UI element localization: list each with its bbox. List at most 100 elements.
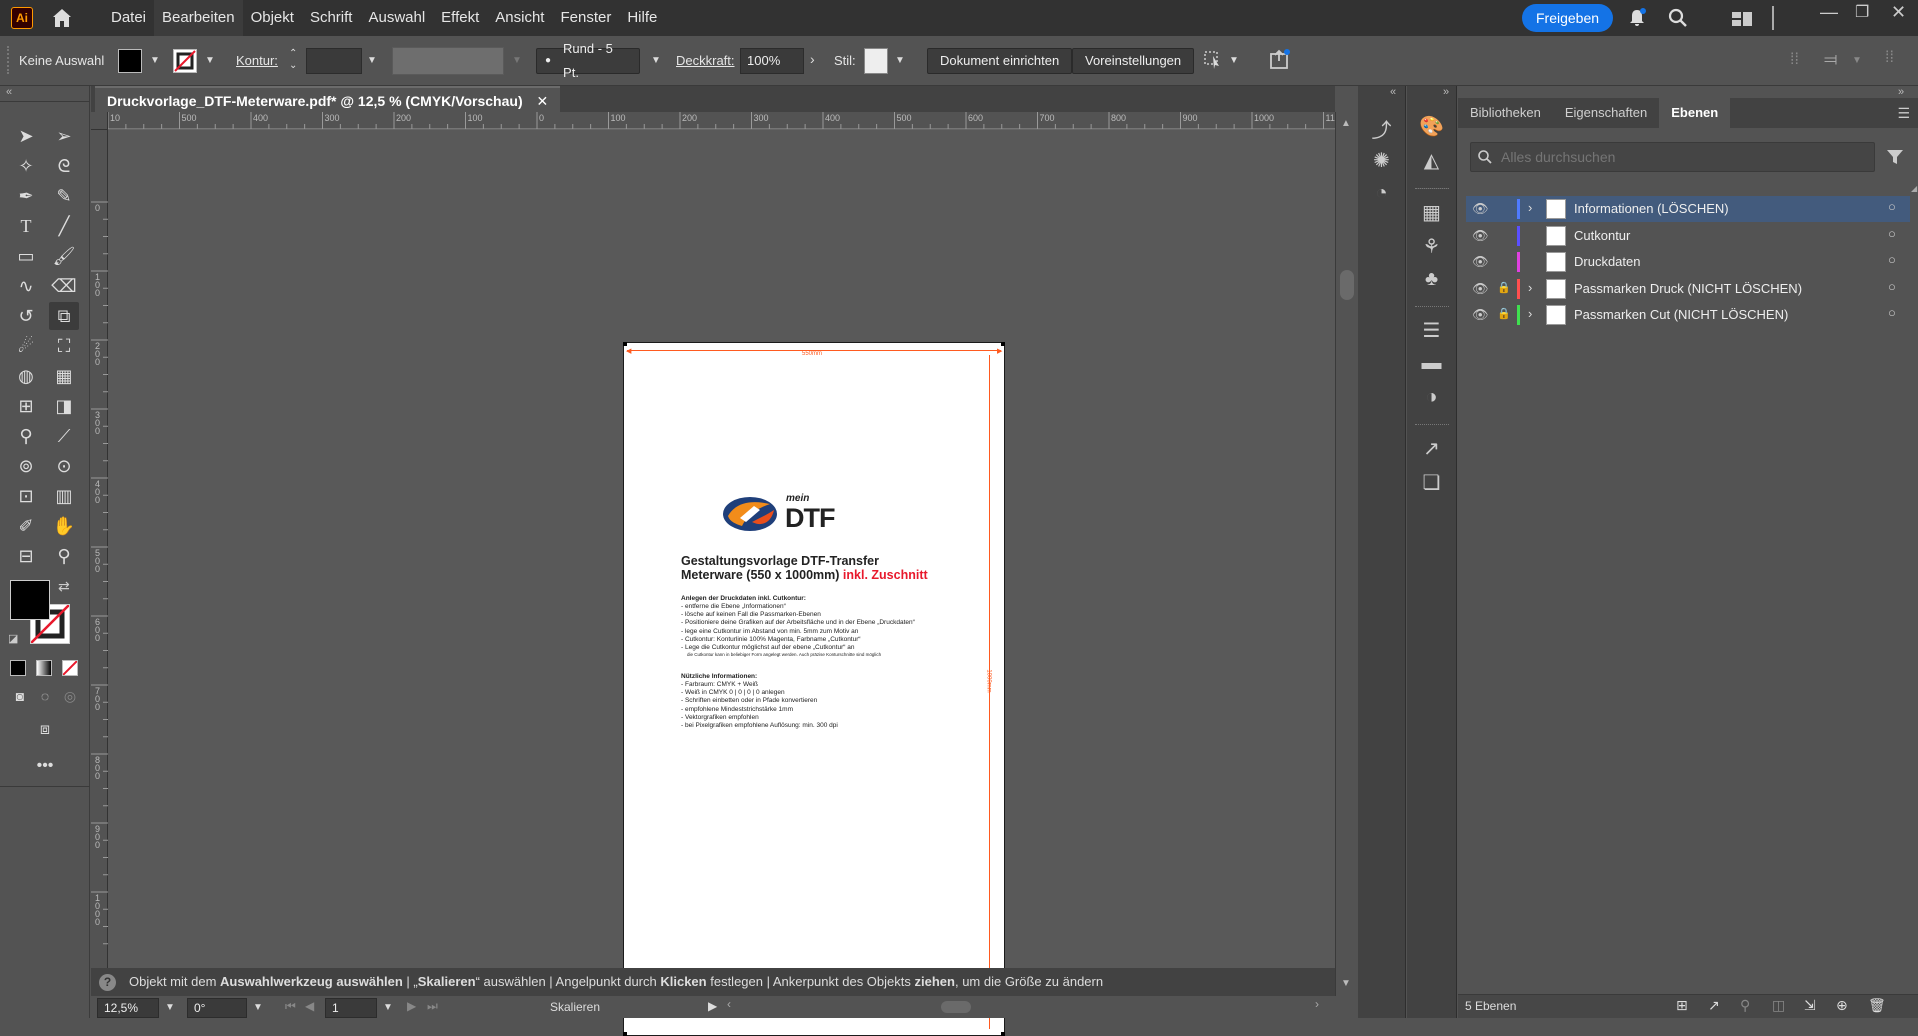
distribute-icon[interactable]: ⫤ bbox=[1824, 49, 1838, 70]
notification-icon[interactable] bbox=[1626, 7, 1648, 34]
line-tool-icon[interactable]: ╱ bbox=[49, 212, 79, 240]
chevron-down-icon[interactable]: ▼ bbox=[895, 55, 905, 66]
layer-row[interactable]: 👁 › Informationen (LÖSCHEN) ○ bbox=[1466, 196, 1910, 222]
scroll-up-icon[interactable]: ▲ bbox=[1341, 118, 1351, 129]
document-setup-button[interactable]: Dokument einrichten bbox=[927, 48, 1073, 74]
gradient-tool-icon[interactable]: ◨ bbox=[49, 392, 79, 420]
help-icon[interactable]: ? bbox=[99, 974, 116, 991]
paintbrush-tool-icon[interactable]: 🖌 bbox=[49, 242, 79, 270]
first-artboard-icon[interactable]: ⏮ bbox=[285, 999, 296, 1014]
workspace-icon[interactable] bbox=[1731, 10, 1753, 33]
home-icon[interactable] bbox=[50, 6, 74, 35]
eye-icon[interactable]: 👁 bbox=[1472, 228, 1489, 244]
chevron-down-icon[interactable]: ▼ bbox=[165, 1002, 175, 1013]
canvas[interactable]: ◀ ▶ 550mm 1000mm mein DTF Gestaltungsvor… bbox=[108, 130, 1335, 1036]
draw-inside-icon[interactable]: ◎ bbox=[55, 682, 85, 710]
target-icon[interactable]: ○ bbox=[1888, 199, 1896, 214]
style-swatch[interactable] bbox=[864, 48, 888, 74]
target-icon[interactable]: ○ bbox=[1888, 279, 1896, 294]
menu-datei[interactable]: Datei bbox=[103, 0, 154, 36]
artboard[interactable]: ◀ ▶ 550mm 1000mm mein DTF Gestaltungsvor… bbox=[623, 342, 1005, 1036]
document-tab[interactable]: Druckvorlage_DTF-Meterware.pdf* @ 12,5 %… bbox=[95, 86, 561, 112]
rotation-field[interactable]: 0° bbox=[187, 998, 247, 1018]
stroke-width-field[interactable] bbox=[306, 48, 362, 74]
eye-icon[interactable]: 👁 bbox=[1472, 307, 1489, 323]
print-tiling-icon[interactable]: ⊟ bbox=[11, 542, 41, 570]
collect-export-icon[interactable]: ⊞ bbox=[1676, 997, 1688, 1014]
scroll-thumb[interactable] bbox=[1340, 270, 1354, 300]
layer-search-input[interactable] bbox=[1501, 147, 1861, 167]
artboard-tool-icon[interactable]: ⊡ bbox=[11, 482, 41, 510]
brush-field[interactable]: ● Rund - 5 Pt. bbox=[536, 41, 640, 80]
magic-wand-icon[interactable]: ✧ bbox=[11, 152, 41, 180]
horizontal-scrollbar[interactable]: ‹ › bbox=[727, 997, 1327, 1014]
recolor-icon[interactable]: ◔ bbox=[1375, 182, 1387, 205]
chevron-down-icon[interactable]: ▼ bbox=[651, 55, 661, 66]
menu-auswahl[interactable]: Auswahl bbox=[360, 0, 433, 36]
none-mode-icon[interactable] bbox=[62, 660, 78, 676]
zoom-tool-icon[interactable]: ⚲ bbox=[49, 542, 79, 570]
stroke-swatch[interactable] bbox=[173, 49, 197, 73]
lasso-icon[interactable]: ᘓ bbox=[49, 152, 79, 180]
chevron-down-icon[interactable]: ▼ bbox=[383, 1002, 393, 1013]
color-mode-icon[interactable] bbox=[10, 660, 26, 676]
chevron-down-icon[interactable]: ▼ bbox=[253, 1002, 263, 1013]
eye-icon[interactable]: 👁 bbox=[1472, 201, 1489, 217]
scroll-thumb[interactable] bbox=[941, 1001, 971, 1013]
eyedropper-tool-icon[interactable]: ⚲ bbox=[11, 422, 41, 450]
scale-tool-icon[interactable]: ⧉ bbox=[49, 302, 79, 330]
symbol-sprayer-icon[interactable]: ⊙ bbox=[49, 452, 79, 480]
brushes-icon[interactable]: ⚘ bbox=[1423, 234, 1441, 259]
close-tab-icon[interactable]: ✕ bbox=[537, 93, 549, 109]
fill-color-box-front[interactable] bbox=[10, 580, 50, 620]
align-icon[interactable]: ⁞⁞ bbox=[1790, 51, 1799, 69]
export-icon[interactable]: ↗ bbox=[1423, 436, 1440, 461]
hand-tool-icon[interactable]: ✋ bbox=[49, 512, 79, 540]
screen-mode-icon[interactable]: ⧈ bbox=[30, 716, 60, 744]
gradient-mode-icon[interactable] bbox=[36, 660, 52, 676]
share-button[interactable]: Freigeben bbox=[1522, 4, 1614, 32]
restore-icon[interactable]: ❐ bbox=[1855, 2, 1869, 22]
prev-artboard-icon[interactable]: ◀ bbox=[305, 999, 314, 1013]
perspective-grid-tool-icon[interactable]: ▦ bbox=[49, 362, 79, 390]
chevron-down-icon[interactable]: ▼ bbox=[150, 55, 160, 66]
chevron-down-icon[interactable]: ▼ bbox=[1852, 55, 1862, 66]
transparency-icon[interactable]: ◑ bbox=[1425, 386, 1437, 409]
ruler-origin[interactable] bbox=[91, 112, 108, 130]
menu-fenster[interactable]: Fenster bbox=[552, 0, 619, 36]
chevron-down-icon[interactable]: ▼ bbox=[367, 55, 377, 66]
locate-object-icon[interactable]: ⚲ bbox=[1740, 997, 1750, 1014]
menu-effekt[interactable]: Effekt bbox=[433, 0, 487, 36]
chevron-down-icon[interactable]: ▼ bbox=[205, 55, 215, 66]
menu-bearbeiten[interactable]: Bearbeiten bbox=[154, 0, 243, 36]
color-icon[interactable]: 🎨 bbox=[1419, 114, 1444, 139]
delete-layer-icon[interactable]: 🗑 bbox=[1868, 997, 1886, 1014]
variable-width-field[interactable] bbox=[392, 47, 504, 75]
new-sublayer-icon[interactable]: ⇲ bbox=[1804, 997, 1816, 1014]
chevron-right-icon[interactable]: › bbox=[810, 51, 815, 67]
shaper-tool-icon[interactable]: ∿ bbox=[11, 272, 41, 300]
menu-hilfe[interactable]: Hilfe bbox=[619, 0, 665, 36]
tab-properties[interactable]: Eigenschaften bbox=[1553, 98, 1659, 128]
color-guide-icon[interactable]: ◭ bbox=[1424, 148, 1439, 173]
lock-icon[interactable]: 🔒 bbox=[1497, 281, 1511, 294]
chevron-right-icon[interactable]: › bbox=[1528, 200, 1532, 215]
tab-layers[interactable]: Ebenen bbox=[1659, 98, 1731, 128]
zoom-field[interactable]: 12,5% bbox=[97, 998, 159, 1018]
collapse-panel-icon[interactable]: « bbox=[6, 86, 12, 98]
clipping-mask-icon[interactable]: ◫ bbox=[1772, 997, 1785, 1014]
transform-icon[interactable] bbox=[1201, 48, 1223, 75]
default-colors-icon[interactable]: ◪ bbox=[8, 632, 18, 645]
selection-tool-icon[interactable]: ➤ bbox=[11, 122, 41, 150]
resize-corner-icon[interactable]: ◢ bbox=[1911, 184, 1917, 193]
new-layer-icon[interactable]: ⊕ bbox=[1836, 997, 1848, 1014]
collapse-strip-icon[interactable]: » bbox=[1443, 86, 1449, 98]
layer-row[interactable]: 👁 🔒 › Passmarken Druck (NICHT LÖSCHEN) ○ bbox=[1466, 276, 1910, 302]
blend-tool-icon[interactable]: ⊚ bbox=[11, 452, 41, 480]
brightness-icon[interactable]: ✺ bbox=[1373, 148, 1390, 173]
graph-tool-icon[interactable]: ▥ bbox=[49, 482, 79, 510]
horizontal-ruler[interactable]: 10 500 400 300 200 100 0 100 200 300 400 500 600 700 8… bbox=[108, 112, 1345, 130]
chevron-down-icon[interactable]: ▼ bbox=[1229, 55, 1239, 66]
pen-tool-icon[interactable]: ✒ bbox=[11, 182, 41, 210]
next-artboard-icon[interactable]: ▶ bbox=[407, 999, 416, 1013]
